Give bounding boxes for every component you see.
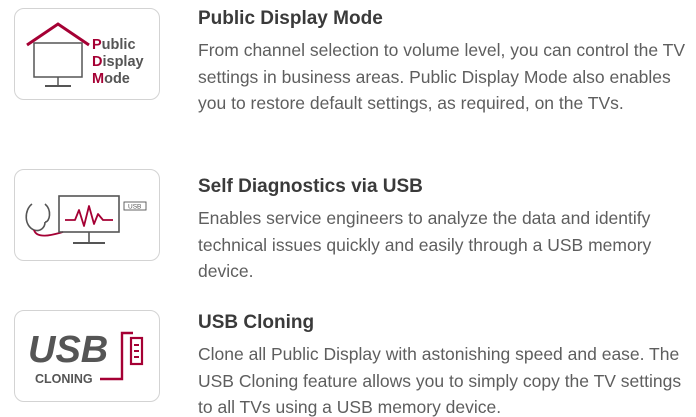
- stethoscope-right: [44, 203, 51, 223]
- feature-title: Public Display Mode: [198, 8, 383, 29]
- usb-big-text: USB: [28, 329, 108, 371]
- feature-description: Clone all Public Display with astonishin…: [198, 344, 682, 417]
- cloning-small-text: CLONING: [35, 372, 93, 386]
- heartbeat-line: [65, 205, 113, 227]
- feature-title: USB Cloning: [198, 312, 315, 333]
- usb-cloning-graphic: USB CLONING: [28, 329, 144, 386]
- icon-word-public: Public: [92, 37, 136, 53]
- monitor-shape: [33, 42, 83, 78]
- roof-shape: [26, 22, 90, 47]
- icon-word-display: Display: [92, 54, 144, 70]
- feature-description: From channel selection to volume level, …: [198, 40, 686, 113]
- usb-tag-text: USB: [128, 204, 141, 211]
- self-diagnostics-graphic: USB: [25, 195, 147, 244]
- stethoscope-left: [25, 203, 46, 232]
- feature-description: Enables service engineers to analyze the…: [198, 208, 652, 281]
- monitor-shape: [58, 195, 120, 233]
- self-diagnostics-usb-icon: USB: [14, 169, 160, 261]
- icon-word-mode: Mode: [92, 71, 130, 87]
- feature-title: Self Diagnostics via USB: [198, 176, 423, 197]
- public-display-mode-graphic: Public Display Mode: [26, 22, 144, 87]
- public-display-mode-icon: Public Display Mode: [14, 8, 160, 100]
- usb-cloning-icon: USB CLONING: [14, 310, 160, 402]
